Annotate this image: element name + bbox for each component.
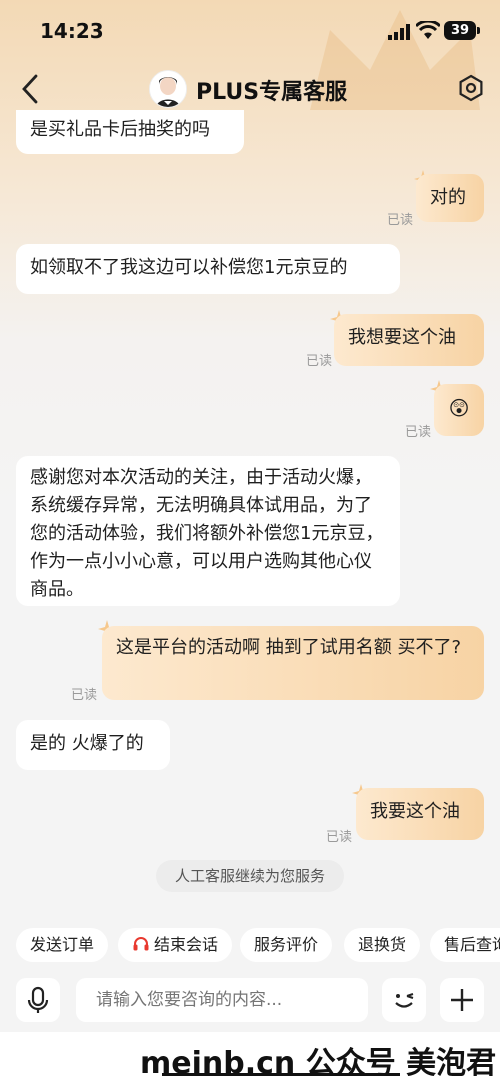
chip-label: 售后查询 <box>444 935 500 954</box>
message-text: 对的 <box>430 187 466 208</box>
system-notice: 人工客服继续为您服务 <box>156 860 344 892</box>
message-bubble-user[interactable]: 我想要这个油 <box>334 314 484 366</box>
after-sales-query-chip[interactable]: 售后查询 <box>430 928 500 962</box>
read-receipt: 已读 <box>387 213 414 228</box>
chip-label: 退换货 <box>358 935 407 954</box>
back-icon[interactable] <box>18 72 42 106</box>
watermark-underline <box>162 1073 400 1076</box>
add-button[interactable] <box>440 978 484 1022</box>
chip-label: 发送订单 <box>30 935 95 954</box>
message-text: 我想要这个油 <box>348 327 456 348</box>
message-text: 感谢您对本次活动的关注，由于活动火爆，系统缓存异常，无法明确具体试用品，为了您的… <box>30 467 384 600</box>
message-text: 这是平台的活动啊 抽到了试用名额 买不了? <box>116 637 461 658</box>
read-receipt: 已读 <box>326 830 353 845</box>
send-order-chip[interactable]: 发送订单 <box>16 928 109 962</box>
message-text: 是买礼品卡后抽奖的吗 <box>30 119 210 140</box>
chat-header: PLUS专属客服 <box>0 64 500 114</box>
return-exchange-chip[interactable]: 退换货 <box>344 928 421 962</box>
message-bubble-user[interactable]: 这是平台的活动啊 抽到了试用名额 买不了? <box>102 626 484 700</box>
message-text: 我要这个油 <box>370 801 460 822</box>
message-bubble-user[interactable]: 对的 <box>416 174 484 222</box>
voice-button[interactable] <box>16 978 60 1022</box>
read-receipt: 已读 <box>306 354 333 369</box>
composer <box>0 976 500 1032</box>
message-bubble-agent[interactable]: 感谢您对本次活动的关注，由于活动火爆，系统缓存异常，无法明确具体试用品，为了您的… <box>16 456 400 606</box>
battery-indicator: 39 <box>444 21 476 40</box>
page-title: PLUS专属客服 <box>196 80 348 105</box>
service-rating-chip[interactable]: 服务评价 <box>240 928 333 962</box>
read-receipt: 已读 <box>71 688 98 703</box>
message-bubble-agent[interactable]: 是买礼品卡后抽奖的吗 <box>16 110 244 154</box>
microphone-icon <box>27 986 49 1013</box>
status-time: 14:23 <box>40 19 104 43</box>
chip-label: 服务评价 <box>254 935 319 954</box>
status-bar: 14:23 39 <box>0 0 500 60</box>
settings-icon[interactable] <box>457 74 485 102</box>
message-input[interactable] <box>76 978 368 1022</box>
message-bubble-agent[interactable]: 如领取不了我这边可以补偿您1元京豆的 <box>16 244 400 294</box>
emoji-icon: 😲 <box>448 396 470 420</box>
end-session-chip[interactable]: 结束会话 <box>118 928 233 962</box>
message-text: 如领取不了我这边可以补偿您1元京豆的 <box>30 257 348 278</box>
agent-avatar <box>149 70 187 108</box>
wifi-icon <box>416 21 440 39</box>
message-bubble-user-emoji[interactable]: 😲 <box>434 384 484 436</box>
message-bubble-user[interactable]: 我要这个油 <box>356 788 484 840</box>
read-receipt: 已读 <box>405 425 432 440</box>
headset-icon <box>133 937 149 951</box>
battery-tip <box>477 27 480 34</box>
message-text: 是的 火爆了的 <box>30 733 144 754</box>
plus-icon <box>451 989 473 1011</box>
quick-action-bar: 发送订单 结束会话 服务评价 退换货 售后查询 <box>0 928 500 964</box>
emoji-button[interactable] <box>382 978 426 1022</box>
avatar-portrait-icon <box>150 71 186 107</box>
chip-label: 结束会话 <box>154 935 219 954</box>
signal-icon <box>388 24 410 40</box>
wink-face-icon <box>395 993 414 1008</box>
message-bubble-agent[interactable]: 是的 火爆了的 <box>16 720 170 770</box>
